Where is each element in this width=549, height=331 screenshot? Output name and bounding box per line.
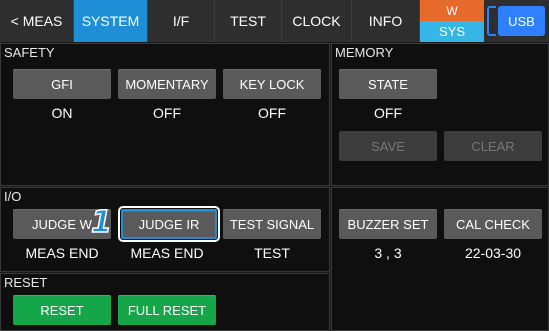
tab-meas-back[interactable]: < MEAS [0,0,74,42]
state-button[interactable]: STATE [339,69,437,99]
misc-panel: BUZZER SET 3 , 3 CAL CHECK 22-03-30 [331,187,549,331]
sys-indicator: SYS [420,21,484,42]
key-lock-button[interactable]: KEY LOCK [223,69,321,99]
judge-ir-button[interactable]: JUDGE IR [118,206,220,242]
gfi-value: ON [51,105,73,121]
safety-title: SAFETY [4,45,55,60]
usb-button[interactable]: USB [498,6,545,36]
momentary-value: OFF [153,105,181,121]
usb-indicator[interactable]: USB [487,6,545,36]
key-lock-value: OFF [258,105,286,121]
tab-if[interactable]: I/F [148,0,215,42]
safety-panel: SAFETY GFI ON MOMENTARY OFF KEY LOCK OFF [0,43,330,186]
io-title: I/O [4,189,22,204]
w-indicator: W [420,0,484,21]
reset-panel: RESET RESET FULL RESET [0,273,330,331]
reset-button[interactable]: RESET [13,295,111,325]
tab-bar: < MEAS SYSTEM I/F TEST CLOCK INFO W SYS … [0,0,549,42]
memory-panel: MEMORY STATE OFF SAVE CLEAR [331,43,549,186]
cal-check-value: 22-03-30 [464,245,522,261]
buzzer-set-value: 3 , 3 [374,245,402,261]
tab-test[interactable]: TEST [215,0,282,42]
clear-button[interactable]: CLEAR [444,131,542,161]
full-reset-button[interactable]: FULL RESET [118,295,216,325]
callout-number: 1 [90,205,112,240]
gfi-button[interactable]: GFI [13,69,111,99]
tab-system[interactable]: SYSTEM [74,0,148,42]
state-value: OFF [374,105,402,121]
buzzer-set-button[interactable]: BUZZER SET [339,209,437,239]
io-panel: I/O JUDGE W MEAS END JUDGE IR MEAS END T… [0,187,330,272]
tab-info[interactable]: INFO [352,0,420,42]
reset-title: RESET [4,275,48,290]
judge-ir-value: MEAS END [130,245,204,261]
judge-w-value: MEAS END [25,245,99,261]
cal-check-button[interactable]: CAL CHECK [444,209,542,239]
w-sys-indicator: W SYS [420,0,484,42]
test-signal-button[interactable]: TEST SIGNAL [223,209,321,239]
momentary-button[interactable]: MOMENTARY [118,69,216,99]
save-button[interactable]: SAVE [339,131,437,161]
tab-clock[interactable]: CLOCK [282,0,352,42]
usb-bracket-icon [487,6,496,36]
test-signal-value: TEST [254,245,290,261]
memory-title: MEMORY [335,45,394,60]
